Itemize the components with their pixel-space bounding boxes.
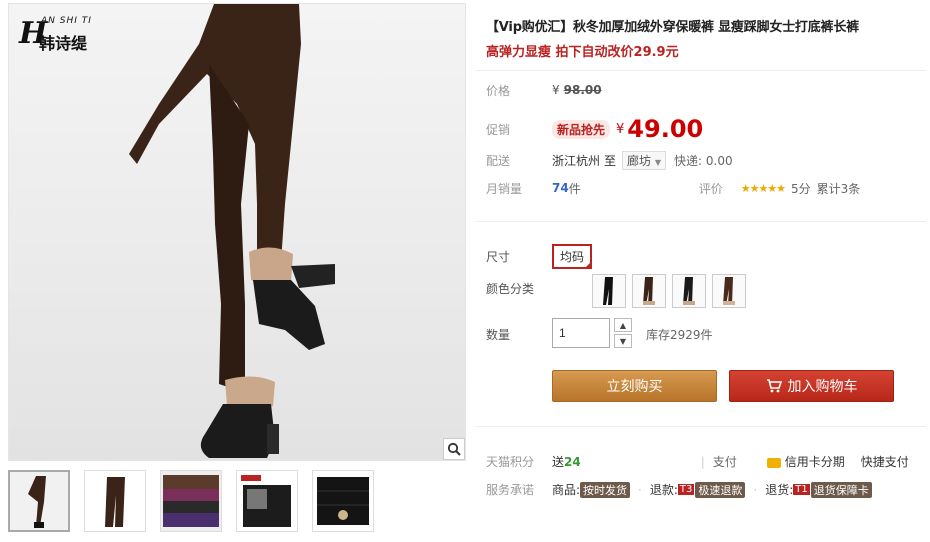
shipping-fee: 快递: 0.00 bbox=[674, 153, 733, 168]
increment-button[interactable]: ▲ bbox=[614, 318, 632, 332]
promo-badge: 新品抢先 bbox=[552, 119, 611, 139]
product-photo bbox=[129, 4, 335, 458]
price-currency: ¥ bbox=[552, 83, 560, 97]
points-prefix: 送 bbox=[552, 455, 565, 469]
return-label: 退货: bbox=[765, 483, 794, 497]
rating-total-link[interactable]: 累计3条 bbox=[817, 180, 861, 197]
quantity-input[interactable] bbox=[552, 318, 610, 348]
thumbnail-5[interactable] bbox=[312, 470, 374, 532]
credit-card-icon bbox=[766, 457, 781, 468]
decrement-button[interactable]: ▼ bbox=[614, 334, 632, 348]
points-payment-row: 天猫积分 送 24 | 支付 信用卡分期 快捷支付 bbox=[486, 454, 909, 470]
price-row: 价格 ¥ 98.00 bbox=[486, 81, 602, 99]
buy-now-button[interactable]: 立刻购买 bbox=[552, 370, 717, 402]
product-title: 【Vip购优汇】秋冬加厚加绒外穿保暖裤 显瘦踩脚女士打底裤长裤 bbox=[486, 20, 859, 35]
fast-refund-badge[interactable]: 极速退款 bbox=[695, 481, 746, 498]
goods-label: 商品: bbox=[552, 483, 581, 497]
quick-pay: 快捷支付 bbox=[860, 455, 909, 469]
ship-to-word: 至 bbox=[604, 153, 617, 168]
price-label: 价格 bbox=[486, 83, 511, 98]
shipping-row: 配送 浙江杭州 至 廊坊 ▼ 快递: 0.00 bbox=[486, 150, 733, 170]
product-header: 【Vip购优汇】秋冬加厚加绒外穿保暖裤 显瘦踩脚女士打底裤长裤 高弹力显瘦 拍下… bbox=[486, 16, 926, 60]
promise-label: 服务承诺 bbox=[486, 483, 535, 497]
points-label: 天猫积分 bbox=[486, 455, 535, 469]
promise-row: 服务承诺 商品: 按时发货 · 退款: T3 极速退款 · 退货: T1 退货保… bbox=[486, 481, 872, 498]
service-panel: 天猫积分 送 24 | 支付 信用卡分期 快捷支付 服务承诺 商品: 按时发货 … bbox=[476, 426, 926, 502]
quantity-label: 数量 bbox=[486, 328, 511, 342]
original-price: 98.00 bbox=[563, 83, 602, 97]
promo-label: 促销 bbox=[486, 122, 511, 137]
destination-value: 廊坊 bbox=[627, 153, 652, 168]
add-to-cart-button[interactable]: 加入购物车 bbox=[729, 370, 894, 402]
points-value: 24 bbox=[564, 454, 581, 469]
thumbnail-1[interactable] bbox=[8, 470, 70, 532]
quantity-stepper: ▲ ▼ bbox=[614, 318, 632, 348]
sales-count: 74 bbox=[552, 181, 569, 195]
color-label: 颜色分类 bbox=[486, 282, 535, 296]
product-subtitle: 高弹力显瘦 拍下自动改价29.9元 bbox=[486, 45, 679, 60]
sale-currency: ¥ bbox=[616, 121, 625, 137]
color-swatch-1[interactable] bbox=[592, 274, 626, 308]
brand-latin: AN SHI TI bbox=[41, 16, 92, 26]
brand-name: 韩诗缇 bbox=[39, 34, 88, 53]
add-to-cart-label: 加入购物车 bbox=[787, 379, 858, 395]
cart-icon bbox=[766, 379, 782, 393]
credit-installment: 信用卡分期 bbox=[784, 455, 845, 469]
payment-label: 支付 bbox=[712, 455, 737, 469]
refund-t-badge: T3 bbox=[677, 484, 695, 495]
destination-select[interactable]: 廊坊 ▼ bbox=[622, 150, 667, 170]
stock-count: 库存2929件 bbox=[646, 328, 713, 342]
thumbnail-3[interactable] bbox=[160, 470, 222, 532]
rating-stars: ★★★★★ bbox=[740, 181, 786, 195]
price-panel: 价格 ¥ 98.00 促销 新品抢先 ¥ 49.00 配送 浙江杭州 至 廊坊 … bbox=[476, 70, 926, 222]
zoom-icon[interactable] bbox=[443, 438, 465, 460]
rating-score: 5分 bbox=[791, 181, 811, 196]
sales-label: 月销量 bbox=[486, 181, 523, 196]
color-swatch-4[interactable] bbox=[712, 274, 746, 308]
ontime-ship-badge[interactable]: 按时发货 bbox=[580, 481, 631, 498]
color-swatch-2[interactable] bbox=[632, 274, 666, 308]
shipping-label: 配送 bbox=[486, 153, 511, 168]
color-swatch-3[interactable] bbox=[672, 274, 706, 308]
sales-unit: 件 bbox=[568, 181, 581, 196]
main-product-image[interactable]: H AN SHI TI 韩诗缇 bbox=[8, 3, 466, 461]
thumbnail-2[interactable] bbox=[84, 470, 146, 532]
return-guarantee-badge[interactable]: 退货保障卡 bbox=[810, 481, 872, 498]
ship-from: 浙江杭州 bbox=[552, 153, 601, 168]
refund-label: 退款: bbox=[649, 483, 678, 497]
promo-row: 促销 新品抢先 ¥ 49.00 bbox=[486, 115, 704, 143]
selected-check-icon bbox=[584, 261, 593, 269]
size-option-label: 均码 bbox=[560, 250, 585, 264]
sale-price: 49.00 bbox=[627, 115, 704, 143]
chevron-down-icon: ▼ bbox=[654, 157, 662, 167]
size-label: 尺寸 bbox=[486, 250, 511, 264]
thumbnail-4[interactable] bbox=[236, 470, 298, 532]
size-option-selected[interactable]: 均码 bbox=[552, 244, 593, 269]
return-t-badge: T1 bbox=[793, 484, 810, 495]
sales-row: 月销量 74 件 评价 ★★★★★ 5分 累计3条 bbox=[486, 179, 926, 197]
thumbnail-strip bbox=[8, 470, 374, 534]
color-options bbox=[592, 274, 746, 308]
